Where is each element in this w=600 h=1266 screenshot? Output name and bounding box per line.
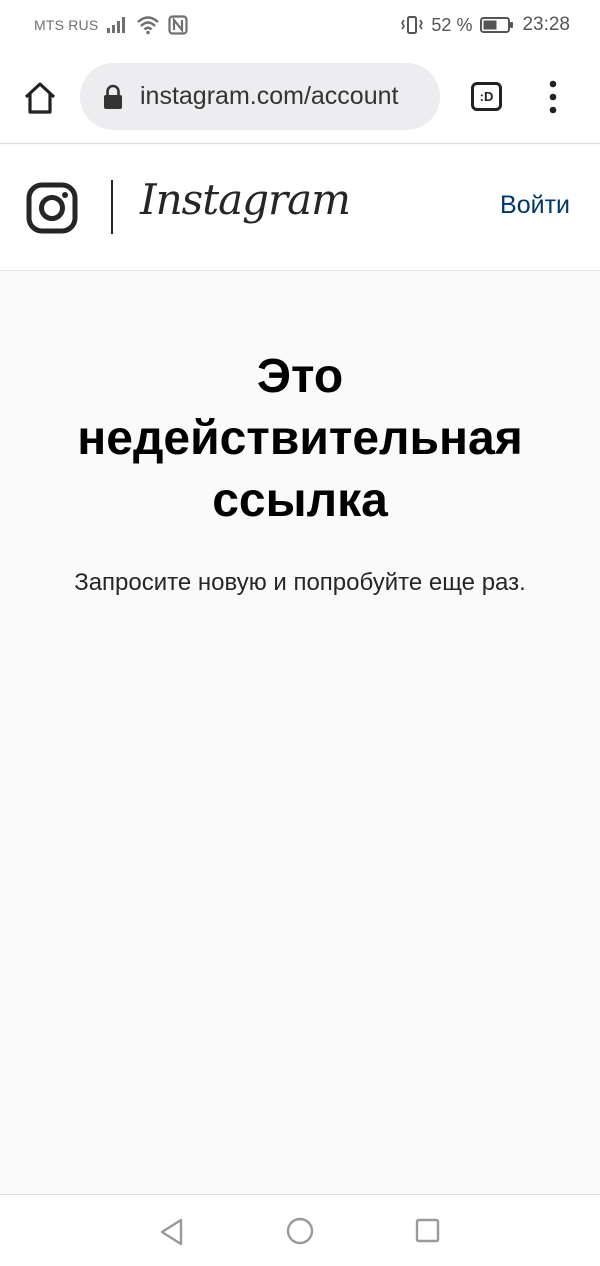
status-bar-left: MTS RUS xyxy=(34,15,189,35)
signal-icon xyxy=(107,17,126,33)
clock-time: 23:28 xyxy=(522,14,570,35)
home-icon[interactable] xyxy=(22,80,58,116)
tabs-label: :D xyxy=(479,89,494,104)
home-circle-icon[interactable] xyxy=(286,1217,314,1245)
browser-toolbar: instagram.com/account :D xyxy=(0,50,600,144)
battery-percent: 52 % xyxy=(431,14,473,35)
error-title: Это недействительная ссылка xyxy=(77,350,523,527)
back-icon[interactable] xyxy=(158,1217,186,1247)
more-vert-icon[interactable] xyxy=(545,80,561,114)
lock-icon xyxy=(104,84,122,109)
address-bar[interactable]: instagram.com/account xyxy=(80,63,440,130)
status-bar-right: 52 % 23:28 xyxy=(401,14,570,36)
header-divider xyxy=(111,180,113,234)
main-content: Это недействительная ссылка Запросите но… xyxy=(0,272,600,1194)
tabs-button[interactable]: :D xyxy=(471,82,502,111)
instagram-header: Instagram Войти xyxy=(0,145,600,271)
system-nav-bar xyxy=(0,1194,600,1266)
url-text: instagram.com/account xyxy=(140,82,399,110)
wifi-icon xyxy=(137,16,160,35)
login-link[interactable]: Войти xyxy=(500,191,570,220)
battery-icon xyxy=(480,17,514,33)
error-subtitle: Запросите новую и попробуйте еще раз. xyxy=(74,569,526,596)
instagram-glyph-icon[interactable] xyxy=(26,182,78,234)
instagram-wordmark[interactable]: Instagram xyxy=(140,175,351,224)
carrier-name: MTS RUS xyxy=(34,17,99,33)
nfc-icon xyxy=(168,15,189,35)
recents-icon[interactable] xyxy=(415,1218,440,1243)
vibrate-icon xyxy=(401,16,424,34)
status-bar: MTS RUS 52 % 23:28 xyxy=(0,0,600,50)
